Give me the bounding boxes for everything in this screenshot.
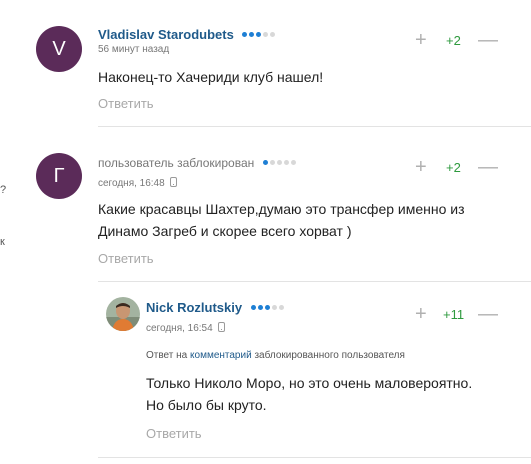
upvote-button[interactable]: +	[415, 304, 427, 324]
downvote-button[interactable]: —	[478, 157, 498, 177]
author-name: пользователь заблокирован	[98, 156, 255, 170]
reply-button[interactable]: Ответить	[98, 251, 154, 266]
mobile-icon	[217, 321, 225, 332]
comment-text-line: Но было бы круто.	[146, 397, 267, 413]
score: +11	[443, 307, 465, 322]
avatar[interactable]: V	[36, 26, 82, 72]
timestamp: сегодня, 16:48	[98, 178, 165, 189]
divider	[98, 457, 531, 458]
timestamp-row: сегодня, 16:54	[146, 318, 225, 336]
comment-text: Наконец-то Хачериди клуб нашел!	[98, 69, 324, 85]
reply-to-note: Ответ на комментарий заблокированного по…	[146, 350, 405, 361]
avatar[interactable]: Г	[36, 153, 82, 199]
mobile-icon	[169, 176, 177, 187]
comment-text-line: Только Николо Моро, но это очень маловер…	[146, 375, 473, 391]
upvote-button[interactable]: +	[415, 30, 427, 50]
upvote-button[interactable]: +	[415, 157, 427, 177]
downvote-button[interactable]: —	[478, 30, 498, 50]
reply-to-prefix: Ответ на	[146, 350, 188, 361]
rating-dots	[242, 32, 276, 38]
comment-header: Nick Rozlutskiy	[146, 299, 284, 317]
divider	[98, 281, 531, 282]
divider	[98, 126, 531, 127]
reply-button[interactable]: Ответить	[146, 426, 202, 441]
score: +2	[446, 33, 461, 48]
downvote-button[interactable]: —	[478, 304, 498, 324]
reply-to-suffix: заблокированного пользователя	[254, 350, 405, 361]
comment-header: пользователь заблокирован	[98, 154, 296, 172]
comment-text-line: Динамо Загреб и скорее всего хорват )	[98, 223, 352, 239]
comment-text-line: Какие красавцы Шахтер,думаю это трансфер…	[98, 201, 465, 217]
timestamp: 56 минут назад	[98, 44, 170, 55]
avatar[interactable]	[106, 297, 140, 331]
rating-dots	[250, 305, 284, 311]
reply-button[interactable]: Ответить	[98, 96, 154, 111]
rating-dots	[262, 160, 296, 166]
reply-to-link[interactable]: комментарий	[190, 350, 252, 361]
edge-mark: к	[0, 236, 5, 248]
timestamp: сегодня, 16:54	[146, 323, 213, 334]
comment-text: Только Николо Моро, но это очень маловер…	[146, 372, 472, 416]
comment-text: Какие красавцы Шахтер,думаю это трансфер…	[98, 198, 465, 242]
edge-mark: ?	[0, 184, 7, 196]
timestamp-row: сегодня, 16:48	[98, 173, 177, 191]
comment-header: Vladislav Starodubets	[98, 26, 276, 44]
author-name[interactable]: Nick Rozlutskiy	[146, 300, 242, 315]
score: +2	[446, 160, 461, 175]
author-name[interactable]: Vladislav Starodubets	[98, 27, 234, 42]
